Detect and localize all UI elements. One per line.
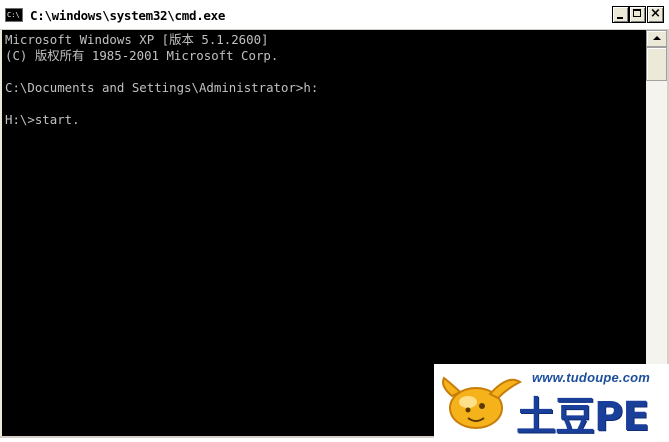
tudoupe-watermark: www.tudoupe.com 土豆PE (434, 364, 669, 440)
console-line: Microsoft Windows XP [版本 5.1.2600] (5, 32, 269, 47)
scroll-thumb[interactable] (646, 47, 667, 81)
arrow-up-icon (653, 36, 661, 40)
minimize-button[interactable] (612, 6, 629, 23)
potato-mascot-icon (442, 376, 522, 429)
watermark-logo-text: 土豆PE (516, 394, 650, 440)
console-line: (C) 版权所有 1985-2001 Microsoft Corp. (5, 48, 279, 63)
maximize-button[interactable] (629, 6, 646, 23)
title-bar[interactable]: C:\ C:\windows\system32\cmd.exe × (0, 0, 669, 30)
watermark-url: www.tudoupe.com (532, 370, 651, 385)
scroll-up-button[interactable] (646, 30, 667, 47)
close-button[interactable]: × (647, 6, 664, 23)
cmd-icon[interactable]: C:\ (5, 8, 23, 22)
console-line: C:\Documents and Settings\Administrator>… (5, 80, 319, 95)
minimize-icon (617, 17, 623, 19)
console-line: H:\>start. (5, 112, 80, 127)
maximize-icon (633, 9, 641, 17)
window-title: C:\windows\system32\cmd.exe (30, 8, 226, 23)
cmd-window: C:\ C:\windows\system32\cmd.exe × Micros… (0, 0, 669, 440)
close-icon: × (650, 6, 661, 21)
